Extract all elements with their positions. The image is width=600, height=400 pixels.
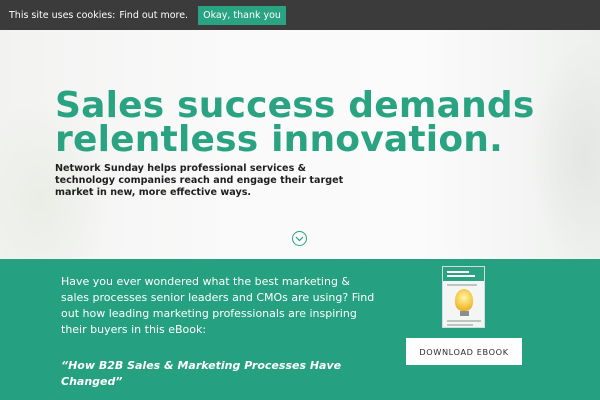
cover-text-line bbox=[447, 320, 481, 322]
ebook-cover-image bbox=[442, 266, 485, 328]
cover-text-line bbox=[447, 324, 473, 326]
chevron-down-icon bbox=[295, 236, 304, 241]
hero-subtitle: Network Sunday helps professional servic… bbox=[55, 163, 344, 198]
cover-title-line bbox=[447, 275, 475, 277]
cover-title-line bbox=[447, 271, 469, 273]
hero-title: Sales success demands relentless innovat… bbox=[55, 85, 535, 160]
accept-cookies-button[interactable]: Okay, thank you bbox=[198, 5, 286, 25]
lightbulb-icon bbox=[455, 289, 473, 311]
hero-section: Sales success demands relentless innovat… bbox=[0, 30, 600, 259]
lightbulb-base bbox=[460, 311, 469, 316]
cover-header-band bbox=[443, 267, 484, 281]
find-out-more-link[interactable]: Find out more. bbox=[119, 10, 188, 21]
download-ebook-button[interactable]: DOWNLOAD EBOOK bbox=[406, 338, 522, 365]
ebook-title-quote: “How B2B Sales & Marketing Processes Hav… bbox=[61, 359, 342, 388]
cookie-bar: This site uses cookies: Find out more. O… bbox=[0, 0, 600, 30]
cookie-message: This site uses cookies: bbox=[9, 9, 116, 21]
hero-background-figure bbox=[530, 40, 600, 259]
promo-description: Have you ever wondered what the best mar… bbox=[61, 275, 375, 336]
cover-text-line bbox=[447, 284, 477, 286]
scroll-down-button[interactable] bbox=[292, 231, 307, 246]
ebook-promo-section: Have you ever wondered what the best mar… bbox=[0, 259, 600, 400]
